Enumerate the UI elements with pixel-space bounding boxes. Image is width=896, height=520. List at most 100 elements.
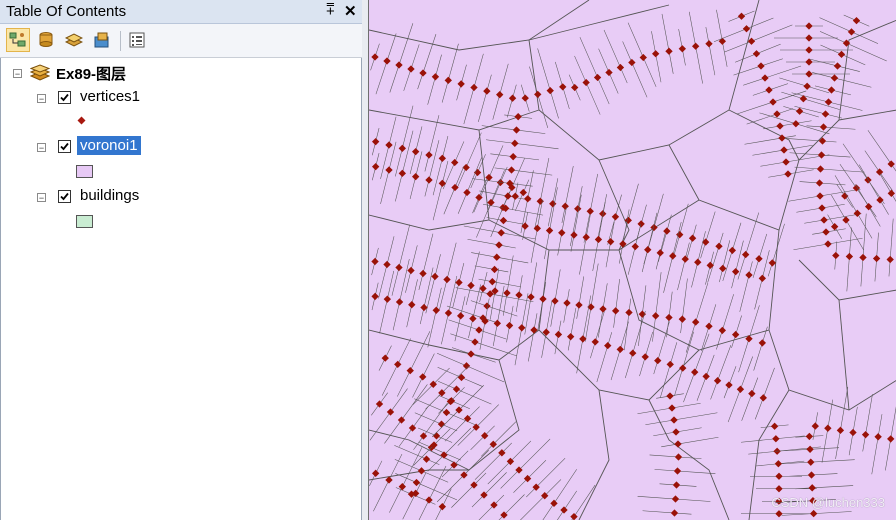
vertex-point [836, 426, 845, 435]
vertex-point [438, 179, 447, 188]
vertex-point [820, 216, 828, 224]
vertex-point [611, 213, 620, 221]
voronoi-edge [424, 140, 440, 197]
vertex-point [674, 453, 683, 461]
vertex-point [519, 188, 527, 197]
voronoi-edge [700, 211, 716, 259]
vertex-point [768, 259, 777, 267]
voronoi-edge [432, 160, 449, 221]
voronoi-edge [819, 31, 887, 62]
vertex-point [670, 509, 679, 517]
voronoi-edge [481, 421, 517, 457]
voronoi-cell-boundary [538, 329, 700, 401]
vertex-point [539, 295, 547, 303]
vertex-point [507, 166, 516, 174]
vertex-point [673, 467, 682, 475]
layer-collapse-toggle-voronoi1[interactable]: − [37, 143, 46, 153]
list-by-source-button[interactable] [34, 28, 58, 52]
voronoi-edge [465, 251, 480, 305]
voronoi-edge [661, 13, 674, 74]
voronoi-edge [424, 115, 440, 172]
voronoi-cell-boundary [668, 119, 840, 231]
layer-visibility-checkbox-voronoi1[interactable] [58, 140, 71, 153]
vertex-point [549, 200, 557, 208]
data-frame-collapse-toggle[interactable]: − [13, 69, 22, 79]
vertex-point [570, 512, 578, 520]
vertex-point [805, 34, 813, 42]
voronoi-edge [413, 428, 451, 466]
vertex-point [444, 76, 452, 85]
vertex-point [665, 47, 673, 55]
vertex-point [483, 302, 491, 310]
voronoi-edge [619, 209, 630, 264]
vertex-point [591, 338, 599, 346]
list-by-drawing-order-button[interactable] [6, 28, 30, 52]
voronoi-edge [584, 263, 599, 342]
data-frame-label[interactable]: Ex89-图层 [56, 63, 126, 84]
vertex-point [503, 289, 511, 297]
polygon-symbol-swatch-buildings[interactable] [76, 215, 93, 228]
vertex-point [563, 299, 571, 307]
voronoi-edge [451, 347, 496, 363]
layer-name-voronoi1[interactable]: voronoi1 [77, 136, 141, 155]
voronoi-edge [641, 212, 658, 273]
layer-collapse-toggle-buildings[interactable]: − [37, 193, 46, 203]
voronoi-edge [544, 187, 558, 260]
voronoi-edge [482, 203, 544, 216]
options-icon [129, 32, 145, 48]
polygon-symbol-swatch-voronoi1[interactable] [76, 165, 93, 178]
vertex-point [533, 224, 542, 233]
vertex-point [752, 50, 761, 58]
vertex-point [747, 37, 756, 45]
vertex-point [792, 120, 800, 128]
vertex-point [371, 469, 380, 478]
vertex-point [570, 231, 578, 239]
vertex-point [715, 242, 723, 250]
list-by-visibility-button[interactable] [62, 28, 86, 52]
vertex-point [497, 229, 505, 237]
voronoi-edge [835, 386, 849, 459]
layer-name-buildings[interactable]: buildings [80, 187, 139, 204]
voronoi-edge [427, 54, 442, 105]
point-symbol-swatch[interactable] [77, 116, 86, 125]
vertex-point [371, 162, 380, 171]
options-button[interactable] [125, 28, 149, 52]
vertex-point [514, 112, 522, 121]
vertex-point [669, 252, 677, 260]
voronoi-edge [478, 494, 505, 520]
vertex-point [875, 168, 884, 176]
vertex-point [849, 428, 857, 437]
vertex-point [775, 472, 783, 480]
voronoi-cell-boundary [488, 199, 700, 251]
voronoi-cell-boundary [838, 299, 850, 411]
voronoi-edge [760, 154, 830, 167]
layer-visibility-checkbox-vertices1[interactable] [58, 91, 71, 104]
voronoi-cell-boundary [838, 109, 896, 121]
voronoi-edge [425, 365, 469, 410]
vertex-point [837, 50, 846, 59]
list-by-drawing-order-icon [9, 32, 26, 47]
layer-collapse-toggle-vertices1[interactable]: − [37, 94, 46, 104]
list-by-selection-button[interactable] [90, 28, 114, 52]
close-icon[interactable]: ✕ [344, 2, 357, 20]
vertex-point [845, 252, 854, 261]
layer-name-vertices1[interactable]: vertices1 [80, 88, 140, 105]
map-display[interactable]: CSDN @luchen333 [368, 0, 896, 520]
vertex-point [438, 502, 447, 511]
voronoi-edge [739, 261, 753, 312]
voronoi-edge [680, 278, 688, 334]
voronoi-edge [418, 233, 434, 291]
layer-visibility-checkbox-buildings[interactable] [58, 190, 71, 203]
voronoi-edge [831, 194, 864, 251]
vertex-point [561, 202, 569, 210]
vertex-point [807, 458, 815, 466]
vertex-point [437, 420, 446, 428]
checkmark-icon [60, 93, 69, 102]
vertex-point [545, 226, 554, 235]
voronoi-cell-boundary [578, 389, 610, 520]
pin-icon[interactable]: ⩱ [326, 1, 335, 18]
voronoi-map-canvas [369, 0, 896, 520]
vertex-point [668, 404, 676, 412]
voronoi-cell-boundary [618, 229, 780, 351]
voronoi-edge [579, 214, 591, 275]
